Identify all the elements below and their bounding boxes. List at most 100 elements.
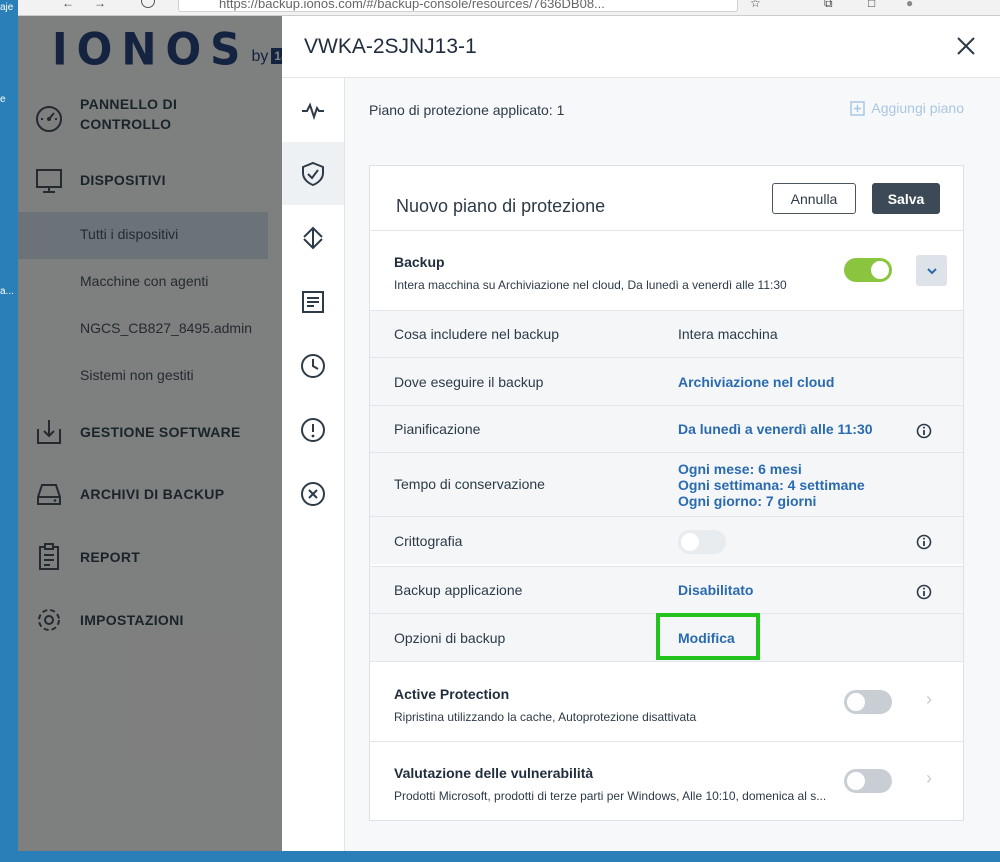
cancel-button[interactable]: Annulla [772,183,856,214]
destination-label: Dove eseguire il backup [394,374,544,390]
sidebar-item-report[interactable]: REPORT [18,541,282,573]
active-protection-section[interactable]: Active Protection Ripristina utilizzando… [370,661,963,741]
monitor-icon [36,169,62,193]
chevron-right-icon[interactable]: › [926,689,932,710]
x-circle-icon [301,481,325,506]
sidebar-item-label: ARCHIVI DI BACKUP [80,486,225,502]
backup-toggle[interactable] [844,258,892,282]
backup-section-description: Intera macchina su Archiviazione nel clo… [394,278,787,292]
shield-check-icon [302,161,324,186]
retention-row[interactable]: Tempo di conservazione Ogni mese: 6 mesi… [370,452,963,516]
highlight-box [656,613,760,660]
backup-expand-button[interactable] [916,255,947,286]
hard-drive-icon [37,484,61,505]
add-plan-button[interactable]: Aggiungi piano [850,100,964,116]
retention-daily[interactable]: Ogni giorno: 7 giorni [678,493,816,509]
gear-icon [38,609,60,631]
sidebar-subitem-label: Sistemi non gestiti [80,367,194,383]
sidebar-subitem-ngcs-admin[interactable]: NGCS_CB827_8495.admin [18,306,268,353]
sidebar-item-software[interactable]: GESTIONE SOFTWARE [18,416,282,448]
info-icon[interactable] [916,584,932,600]
sidebar-subitem-unmanaged[interactable]: Sistemi non gestiti [18,353,268,400]
rail-history-button[interactable] [282,334,344,397]
sidebar-item-label: GESTIONE SOFTWARE [80,424,241,440]
toggle-knob [681,533,699,551]
sidebar-item-backup-archives[interactable]: ARCHIVI DI BACKUP [18,478,282,510]
panel-icon-rail [282,78,345,851]
desktop-icon-label: aje [0,2,14,13]
logo-by-text: by [251,48,269,65]
backup-arrows-icon [303,226,323,249]
retention-label: Tempo di conservazione [394,476,545,492]
encryption-toggle[interactable] [678,530,726,554]
vulnerability-toggle[interactable] [844,769,892,793]
favorite-star-icon[interactable]: ☆ [750,0,761,10]
sidebar-item-label: DISPOSITIVI [80,172,166,188]
info-icon[interactable] [916,423,932,439]
rail-remove-button[interactable] [282,462,344,525]
backup-options-label: Opzioni di backup [394,630,506,646]
rail-activity-button[interactable] [282,78,344,141]
save-button[interactable]: Salva [872,183,940,214]
vulnerability-section[interactable]: Valutazione delle vulnerabilità Prodotti… [370,741,963,821]
forward-arrow-icon[interactable]: → [94,0,106,10]
active-protection-description: Ripristina utilizzando la cache, Autopro… [394,710,697,724]
protection-plan-card: Nuovo piano di protezione Annulla Salva … [369,165,964,821]
app-window: IONOS by 1&1 PANNELLO DI CONTROLLO DISPO… [18,16,1000,851]
schedule-label: Pianificazione [394,421,481,437]
receipt-icon [302,290,324,313]
sidebar-item-dashboard[interactable]: PANNELLO DI CONTROLLO [18,96,282,140]
panel-header: VWKA-2SJNJ13-1 [282,16,1000,78]
alert-circle-icon [301,417,325,442]
toggle-knob [847,693,865,711]
schedule-link[interactable]: Da lunedì a venerdì alle 11:30 [678,421,873,437]
schedule-row[interactable]: Pianificazione Da lunedì a venerdì alle … [370,405,963,452]
encryption-row[interactable]: Crittografia [370,516,963,564]
clipboard-icon [39,543,59,570]
download-tray-icon [37,420,61,444]
close-icon[interactable] [954,34,978,58]
retention-weekly[interactable]: Ogni settimana: 4 settimane [678,477,865,493]
sidebar-subitem-agent-machines[interactable]: Macchine con agenti [18,259,268,306]
plan-title[interactable]: Nuovo piano di protezione [396,196,605,217]
active-protection-toggle[interactable] [844,690,892,714]
rail-alerts-button[interactable] [282,398,344,461]
app-backup-link[interactable]: Disabilitato [678,582,753,598]
backup-section: Backup Intera macchina su Archiviazione … [370,230,963,310]
collections-icon[interactable]: ⧉ [824,0,833,11]
sidebar-item-label: PANNELLO DI CONTROLLO [80,96,178,132]
panel-title: VWKA-2SJNJ13-1 [304,35,477,58]
include-value: Intera macchina [678,326,778,342]
address-bar[interactable]: https://backup.ionos.com/#/backup-consol… [178,0,738,12]
panel-content: Piano di protezione applicato: 1 Aggiung… [345,78,1000,851]
applied-plans-text: Piano di protezione applicato: 1 [369,102,565,118]
include-row[interactable]: Cosa includere nel backup Intera macchin… [370,310,963,357]
sidebar-subitem-all-devices[interactable]: Tutti i dispositivi [18,212,268,259]
info-icon[interactable] [916,534,932,550]
activity-icon [302,101,324,120]
back-arrow-icon[interactable]: ← [62,0,74,10]
destination-row[interactable]: Dove eseguire il backup Archiviazione ne… [370,357,963,405]
app-backup-row[interactable]: Backup applicazione Disabilitato [370,566,963,613]
refresh-icon[interactable] [141,0,155,8]
retention-monthly[interactable]: Ogni mese: 6 mesi [678,461,802,477]
sidebar-subitem-label: Tutti i dispositivi [80,226,179,242]
sidebar-item-devices[interactable]: DISPOSITIVI [18,164,282,196]
desktop-icon-label: e [0,94,6,105]
sidebar-item-settings[interactable]: IMPOSTAZIONI [18,604,282,636]
profile-avatar-icon[interactable]: ● [906,0,913,10]
desktop-icon-label: a... [0,286,14,297]
extensions-icon[interactable]: □ [868,0,875,10]
rail-protection-button[interactable] [282,142,344,205]
dashboard-icon [36,106,62,132]
sidebar-subitem-label: Macchine con agenti [80,273,209,289]
backup-section-title: Backup [394,254,445,270]
rail-backup-button[interactable] [282,206,344,269]
chevron-down-icon [926,267,937,274]
toggle-knob [871,261,889,279]
device-detail-panel: VWKA-2SJNJ13-1 Piano di protezione appli… [282,16,1000,851]
rail-details-button[interactable] [282,270,344,333]
destination-link[interactable]: Archiviazione nel cloud [678,374,834,390]
sidebar-subitem-label: NGCS_CB827_8495.admin [80,320,252,336]
chevron-right-icon[interactable]: › [926,768,932,789]
